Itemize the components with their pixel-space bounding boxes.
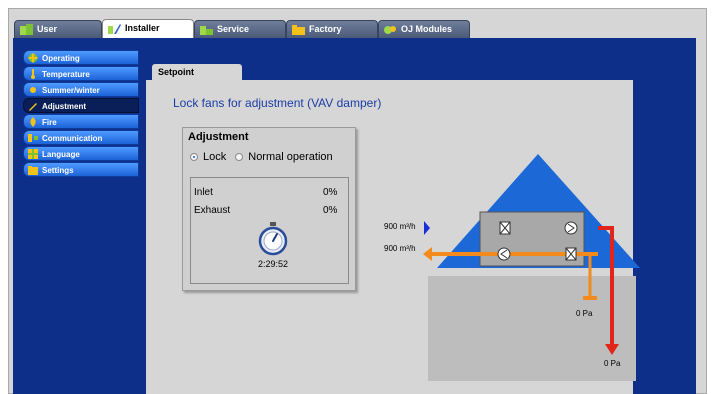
operating-icon [28, 53, 38, 63]
folder-icon [28, 166, 38, 175]
modules-icon [384, 26, 396, 34]
sidebar-item-label: Temperature [42, 70, 90, 79]
sidebar-item-label: Settings [42, 166, 74, 175]
sidebar-item-label: Operating [42, 54, 80, 63]
factory-icon [292, 25, 305, 35]
wrench-icon [29, 103, 37, 111]
sun-icon [30, 87, 36, 93]
stopwatch-icon [258, 222, 288, 256]
normal-operation-radio[interactable] [235, 153, 244, 161]
communication-icon [28, 134, 38, 142]
sidebar-item-settings[interactable]: Settings [23, 162, 139, 177]
sidebar-item-temperature[interactable]: Temperature [23, 66, 139, 81]
installer-icon [108, 24, 121, 34]
supply-flow-value: 900 m³/h [384, 222, 416, 231]
exhaust-label: Exhaust [194, 205, 231, 216]
temperature-icon [31, 69, 35, 79]
intake-arrow-icon [424, 221, 430, 235]
sidebar-item-label: Communication [42, 134, 103, 143]
sidebar-item-adjustment[interactable]: Adjustment [23, 98, 139, 113]
tab-service[interactable]: Service [194, 20, 286, 38]
tab-installer-label: Installer [125, 23, 160, 33]
sidebar-item-label: Fire [42, 118, 57, 127]
sidebar-item-language[interactable]: Language [23, 146, 139, 161]
exhaust-fan-icon [497, 247, 511, 261]
sidebar: Operating Temperature Summer/winter Adju… [23, 50, 139, 178]
page-title: Lock fans for adjustment (VAV damper) [173, 96, 382, 110]
language-icon [28, 149, 38, 159]
exhaust-value: 0% [323, 205, 338, 216]
sidebar-item-summer-winter[interactable]: Summer/winter [23, 82, 139, 97]
normal-operation-radio-label[interactable]: Normal operation [248, 151, 332, 163]
tab-oj-modules-label: OJ Modules [401, 24, 453, 34]
sidebar-item-operating[interactable]: Operating [23, 50, 139, 65]
adjustment-title: Adjustment [188, 131, 249, 143]
fire-icon [30, 117, 36, 127]
tab-user-label: User [37, 24, 58, 34]
sidebar-item-fire[interactable]: Fire [23, 114, 139, 129]
extract-grille [583, 296, 597, 300]
tab-installer[interactable]: Installer [102, 19, 194, 39]
sidebar-item-communication[interactable]: Communication [23, 130, 139, 145]
extract-pressure-value: 0 Pa [576, 309, 593, 318]
tab-setpoint[interactable]: Setpoint [152, 64, 242, 81]
inlet-label: Inlet [194, 187, 213, 198]
tab-factory[interactable]: Factory [286, 20, 378, 38]
timer-value: 2:29:52 [258, 259, 289, 269]
mode-radio-group: Lock Normal operation [190, 151, 333, 163]
user-icon [20, 24, 33, 35]
tab-service-label: Service [217, 24, 250, 34]
ventilation-diagram: 900 m³/h 900 m³/h 0 Pa 0 Pa [384, 154, 640, 381]
exhaust-arrow-icon [423, 247, 432, 261]
supply-fan-icon [564, 221, 578, 235]
lock-radio[interactable] [190, 153, 198, 161]
sidebar-item-label: Language [42, 150, 80, 159]
exhaust-flow-value: 900 m³/h [384, 244, 416, 253]
lock-radio-label[interactable]: Lock [203, 151, 226, 163]
supply-pressure-value: 0 Pa [604, 359, 621, 368]
tab-user[interactable]: User [14, 20, 102, 38]
sidebar-item-label: Summer/winter [42, 86, 100, 95]
tab-factory-label: Factory [309, 24, 342, 34]
inlet-value: 0% [323, 187, 338, 198]
tab-oj-modules[interactable]: OJ Modules [378, 20, 470, 38]
service-icon [200, 26, 213, 35]
sidebar-item-label: Adjustment [42, 102, 86, 111]
